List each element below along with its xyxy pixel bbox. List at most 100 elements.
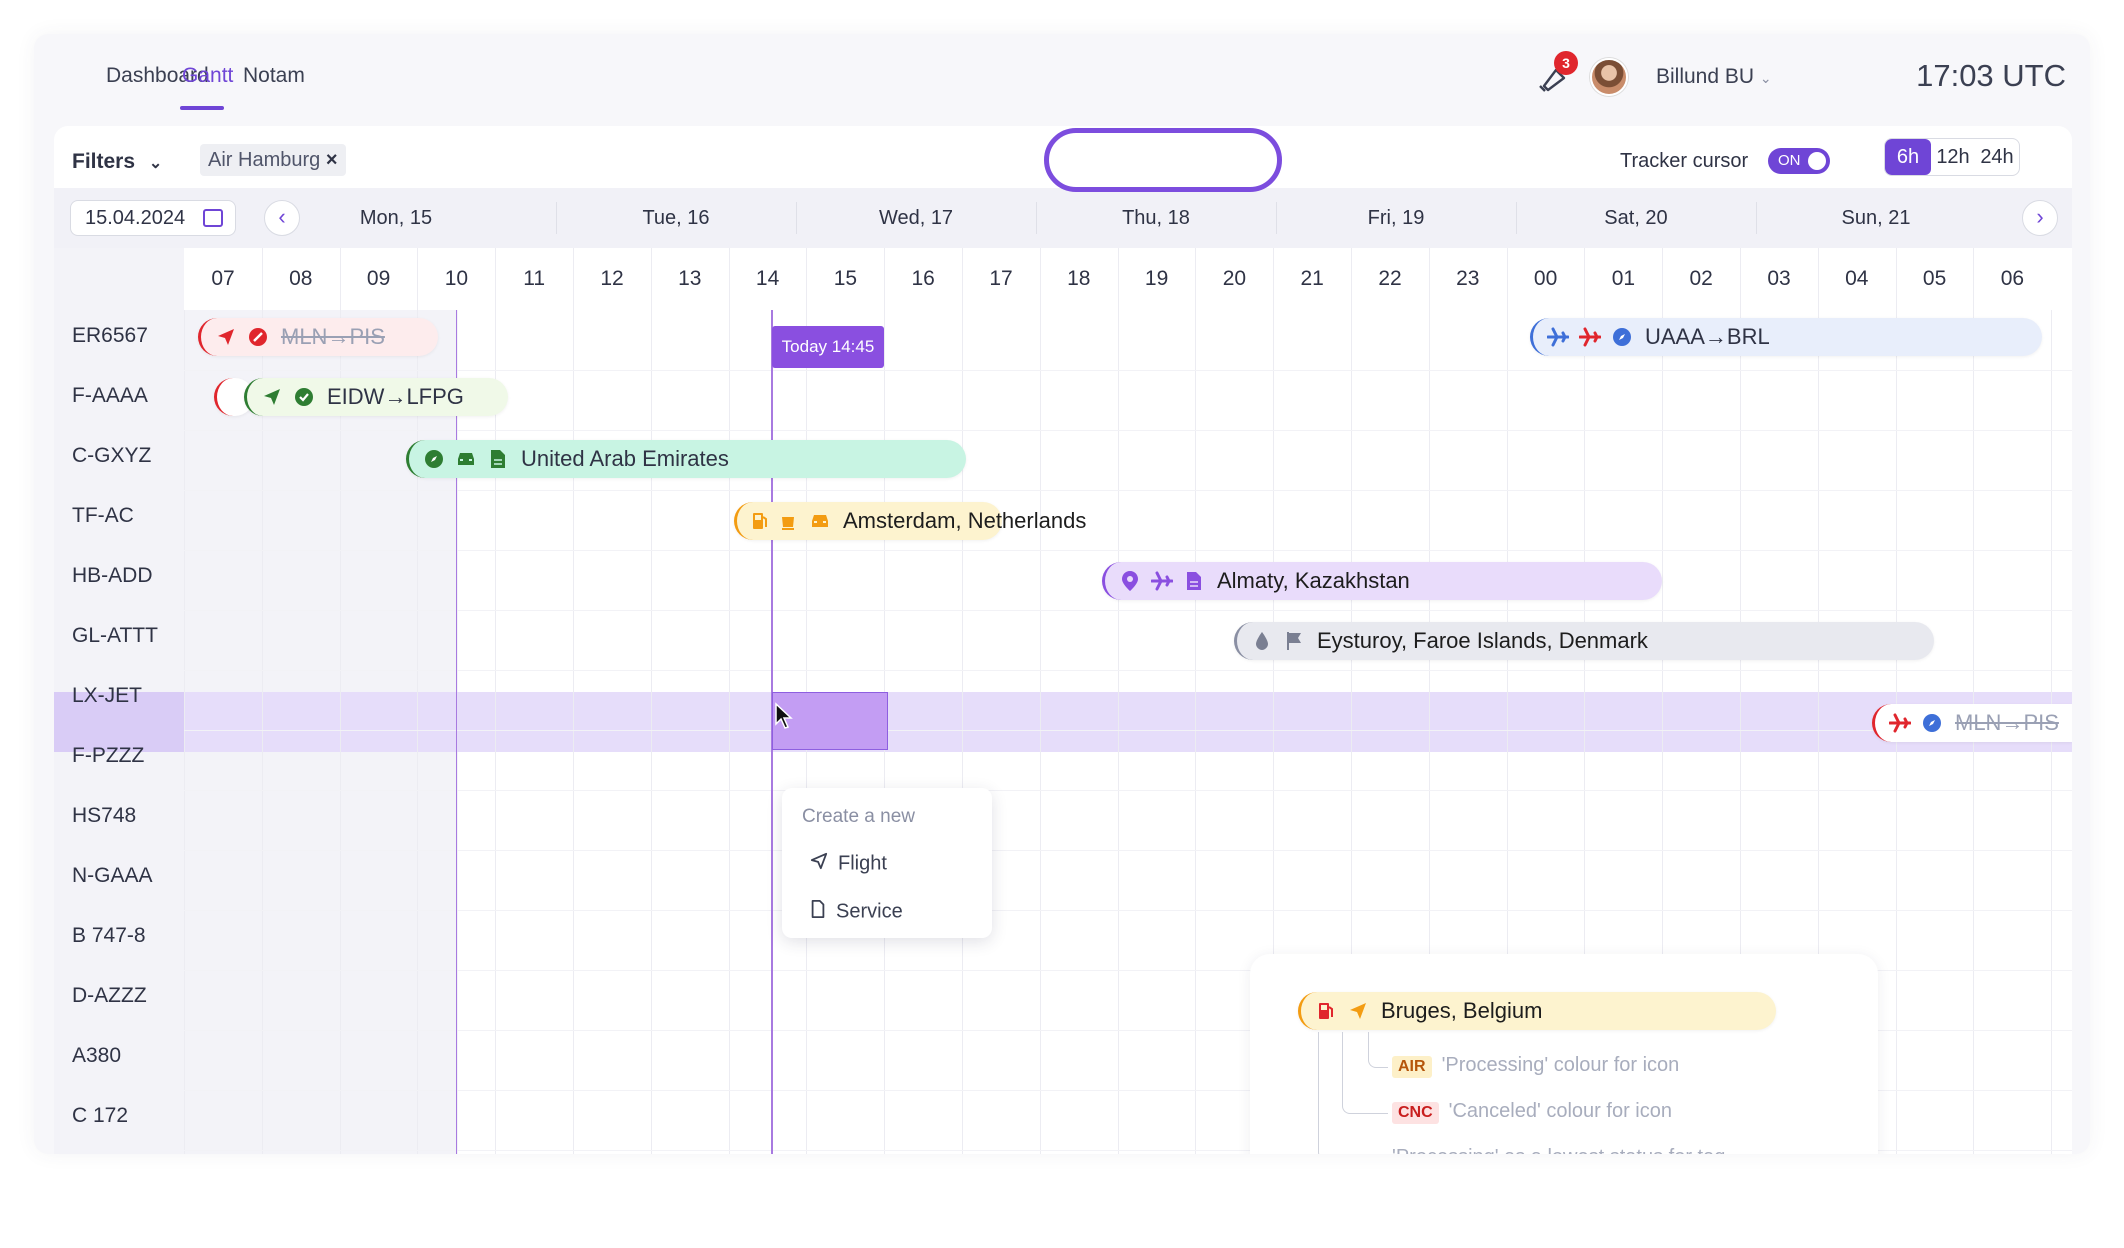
event-label: Eysturoy, Faroe Islands, Denmark — [1317, 628, 1648, 653]
prev-week-button[interactable]: ‹ — [264, 200, 300, 236]
row-label[interactable]: TF-AC — [72, 504, 134, 528]
day-label[interactable]: Mon, 15 — [314, 188, 478, 248]
fuel-icon — [751, 510, 769, 532]
hour-label: 13 — [678, 267, 702, 290]
mouse-cursor-icon — [775, 702, 793, 729]
event-label: Amsterdam, Netherlands — [843, 508, 1087, 533]
hour-label: 16 — [911, 267, 935, 290]
car-icon — [455, 448, 477, 470]
chevron-down-icon: ⌄ — [148, 155, 163, 172]
hour-label: 06 — [2000, 267, 2025, 290]
create-flight-item[interactable]: Flight — [810, 852, 887, 876]
notification-count-badge: 3 — [1554, 51, 1578, 75]
hour-label: 17 — [989, 267, 1013, 290]
app-window: Dashboard Gantt Notam 3 Billund BU ⌄ 17:… — [34, 34, 2090, 1154]
tab-notam[interactable]: Notam — [243, 64, 305, 88]
event-bar-active[interactable]: EIDW→LFPG — [244, 378, 508, 416]
tracker-cursor-toggle[interactable]: ON — [1768, 148, 1830, 174]
filters-dropdown[interactable]: Filters ⌄ — [72, 150, 162, 174]
legend-example-bar: Bruges, Belgium — [1298, 992, 1776, 1030]
event-bar-planned[interactable]: Almaty, Kazakhstan — [1102, 562, 1662, 600]
status-legend: Bruges, Belgium AIR 'Processing' colour f… — [1250, 954, 1878, 1154]
hour-label: 01 — [1611, 267, 1636, 290]
toggle-knob — [1808, 152, 1826, 170]
hour-divider — [728, 248, 730, 310]
hour-label: 14 — [755, 267, 780, 290]
grid-line — [962, 310, 963, 1154]
hour-divider — [1584, 248, 1586, 310]
hour-divider — [1428, 248, 1430, 310]
calendar-icon — [203, 209, 223, 227]
filter-chip: Air Hamburg × — [200, 144, 346, 176]
chevron-right-icon: › — [2036, 204, 2044, 229]
event-bar-neutral[interactable]: Eysturoy, Faroe Islands, Denmark — [1234, 622, 1934, 660]
filter-chip-label: Air Hamburg — [208, 149, 321, 171]
business-unit-selector[interactable]: Billund BU ⌄ — [1656, 65, 1772, 89]
event-bar-active[interactable]: United Arab Emirates — [406, 440, 966, 478]
active-tab-indicator — [180, 106, 224, 110]
row-divider — [184, 910, 2072, 911]
send-icon — [261, 386, 283, 408]
hour-label: 04 — [1845, 267, 1869, 290]
day-header: 15.04.2024 ‹ › Mon, 15 Tue, 16 Wed, 17 T… — [54, 188, 2072, 248]
create-service-item[interactable]: Service — [810, 900, 903, 924]
row-label[interactable]: C 172 — [72, 1104, 128, 1128]
row-label[interactable]: HB-ADD — [72, 564, 153, 588]
tab-gantt[interactable]: Gantt — [182, 64, 233, 88]
day-label[interactable]: Sat, 20 — [1516, 188, 1756, 248]
chip-remove-icon[interactable]: × — [326, 149, 338, 171]
range-selector: 6h 12h 24h — [1884, 138, 2020, 176]
next-week-button[interactable]: › — [2022, 200, 2058, 236]
user-avatar[interactable] — [1590, 58, 1628, 96]
row-label[interactable]: F-PZZZ — [72, 744, 144, 768]
day-label[interactable]: Fri, 19 — [1276, 188, 1516, 248]
event-bar-canceled[interactable]: MLN→PIS — [198, 318, 438, 356]
hour-divider — [962, 248, 963, 310]
day-label-current[interactable]: Thu, 18 — [1036, 188, 1276, 248]
grid-line — [339, 310, 341, 1154]
row-label[interactable]: C-GXYZ — [72, 444, 151, 468]
row-label[interactable]: F-AAAA — [72, 384, 148, 408]
active-status-icon — [293, 386, 315, 408]
grid-line — [1195, 310, 1197, 1154]
row-label[interactable]: ER6567 — [72, 324, 148, 348]
range-option-6h[interactable]: 6h — [1885, 139, 1931, 175]
hour-divider — [1195, 248, 1197, 310]
hour-label: 05 — [1922, 267, 1947, 290]
create-service-label: Service — [836, 900, 903, 923]
location-pin-icon — [1119, 570, 1141, 592]
document-icon — [487, 448, 509, 470]
day-label[interactable]: Wed, 17 — [796, 188, 1036, 248]
legend-row-lowest-status: 'Processing' as a lowest status for tag — [1392, 1146, 1725, 1154]
day-label[interactable]: Sun, 21 — [1756, 188, 1996, 248]
row-divider — [184, 610, 2072, 611]
event-bar-canceled[interactable]: MLN→PIS — [1872, 704, 2072, 742]
event-bar-processing[interactable]: Amsterdam, Netherlands — [734, 502, 1086, 540]
row-label[interactable]: B 747-8 — [72, 924, 146, 948]
legend-row-processing: AIR 'Processing' colour for icon — [1392, 1054, 1679, 1078]
row-label[interactable]: A380 — [72, 1044, 121, 1068]
row-label[interactable]: HS748 — [72, 804, 136, 828]
toggle-state-label: ON — [1778, 152, 1801, 169]
row-label[interactable]: LX-JET — [72, 684, 142, 708]
hour-divider — [573, 248, 574, 310]
row-label[interactable]: N-GAAA — [72, 864, 153, 888]
compass-icon — [1921, 712, 1943, 734]
row-label[interactable]: GL-ATTT — [72, 624, 158, 648]
date-picker-input[interactable]: 15.04.2024 — [70, 200, 236, 236]
range-option-12h[interactable]: 12h — [1931, 139, 1975, 175]
row-label[interactable]: D-AZZZ — [72, 984, 147, 1008]
current-day-highlight — [1044, 128, 1282, 192]
send-icon — [810, 852, 828, 876]
hour-divider — [495, 248, 497, 310]
event-label: EIDW→LFPG — [327, 384, 464, 409]
filters-label: Filters — [72, 150, 136, 173]
hour-divider — [1740, 248, 1741, 310]
range-option-24h[interactable]: 24h — [1975, 139, 2019, 175]
day-label[interactable]: Tue, 16 — [556, 188, 796, 248]
grid-line — [417, 310, 419, 1154]
hour-label: 19 — [1144, 267, 1169, 290]
hour-label: 02 — [1689, 267, 1713, 290]
event-bar-scheduled[interactable]: UAAA→BRL — [1530, 318, 2042, 356]
hour-divider — [261, 248, 263, 310]
